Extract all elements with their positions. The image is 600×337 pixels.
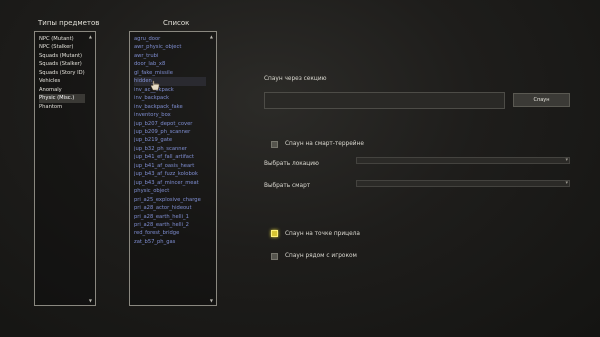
choose-smart-label: Выбрать смарт (264, 183, 311, 189)
crosshair-label: Спаун на точке прицела (285, 231, 360, 237)
list-item[interactable]: jup_b43_af_fuzz_kolobok (134, 170, 206, 178)
hand-cursor-icon (150, 80, 160, 91)
list-item[interactable]: jup_b209_ph_scanner (134, 128, 206, 136)
list-item[interactable]: pri_a28_earth_helli_1 (134, 213, 206, 221)
list-item[interactable]: jup_b207_depot_cover (134, 120, 206, 128)
list-item[interactable]: gl_fake_missile (134, 69, 206, 77)
spawn-button[interactable]: Спаун (513, 93, 570, 107)
spawn-section-label: Спаун через секцию (264, 76, 327, 82)
list-item[interactable]: Squads (Story ID) (39, 69, 85, 77)
list-item[interactable]: jup_b32_ph_scanner (134, 145, 206, 153)
smart-terrain-checkbox[interactable] (271, 141, 278, 148)
list-item[interactable]: pri_a28_actor_hideout (134, 204, 206, 212)
list-title: Список (163, 19, 190, 27)
smart-terrain-label: Спаун на смарт-террейне (285, 141, 364, 147)
list-item[interactable]: physic_object (134, 187, 206, 195)
list-item[interactable]: NPC (Mutant) (39, 35, 85, 43)
list-item[interactable]: hidden_ (134, 77, 206, 86)
choose-smart-dropdown[interactable]: ▾ (356, 180, 570, 187)
spawn-section-input[interactable] (264, 92, 505, 109)
scroll-up-icon[interactable]: ▲ (210, 34, 213, 39)
list-item[interactable]: inv_ac__ckpack (134, 86, 206, 94)
list-item[interactable]: awr_physic_object (134, 43, 206, 51)
choose-location-label: Выбрать локацию (264, 161, 319, 167)
scroll-down-icon[interactable]: ▼ (89, 298, 92, 303)
items-list: agru_door awr_physic_object awr_trubi door_… (134, 35, 206, 246)
types-panel[interactable]: NPC (Mutant) NPC (Stalker) Squads (Mutant)… (34, 31, 96, 306)
scroll-up-icon[interactable]: ▲ (89, 34, 92, 39)
near-player-checkbox[interactable] (271, 253, 278, 260)
types-title: Типы предметов (38, 19, 100, 27)
near-player-label: Спаун рядом с игроком (285, 253, 357, 259)
list-item[interactable]: Phantom (39, 103, 85, 111)
list-item[interactable]: red_forest_bridge (134, 229, 206, 237)
list-item[interactable]: inv_backpack (134, 94, 206, 102)
list-item[interactable]: awr_trubi (134, 52, 206, 60)
list-item[interactable]: zat_b57_ph_gas (134, 238, 206, 246)
list-item[interactable]: jup_b41_ef_fall_artifact (134, 153, 206, 161)
list-item[interactable]: pri_a28_earth_helli_2 (134, 221, 206, 229)
chevron-down-icon: ▾ (565, 157, 568, 163)
scroll-down-icon[interactable]: ▼ (210, 298, 213, 303)
list-item[interactable]: Physic (Misc.) (39, 94, 85, 103)
types-list: NPC (Mutant) NPC (Stalker) Squads (Mutant)… (39, 35, 85, 111)
list-item[interactable]: door_lab_x8 (134, 60, 206, 68)
list-item[interactable]: jup_b41_af_oasis_heart (134, 162, 206, 170)
list-item[interactable]: Squads (Stalker) (39, 60, 85, 68)
list-item[interactable]: NPC (Stalker) (39, 43, 85, 51)
list-item[interactable]: jup_b43_af_mincer_meat (134, 179, 206, 187)
list-item[interactable]: jup_b219_gate (134, 136, 206, 144)
items-panel[interactable]: agru_door awr_physic_object awr_trubi door_… (129, 31, 217, 306)
choose-location-dropdown[interactable]: ▾ (356, 157, 570, 164)
list-item[interactable]: Vehicles (39, 77, 85, 85)
list-item[interactable]: pri_a25_explosive_charge (134, 196, 206, 204)
list-item[interactable]: inv_backpack_fake (134, 103, 206, 111)
crosshair-checkbox[interactable] (271, 230, 278, 237)
list-item[interactable]: inventory_box (134, 111, 206, 119)
list-item[interactable]: agru_door (134, 35, 206, 43)
chevron-down-icon: ▾ (565, 180, 568, 186)
list-item[interactable]: Anomaly (39, 86, 85, 94)
list-item[interactable]: Squads (Mutant) (39, 52, 85, 60)
